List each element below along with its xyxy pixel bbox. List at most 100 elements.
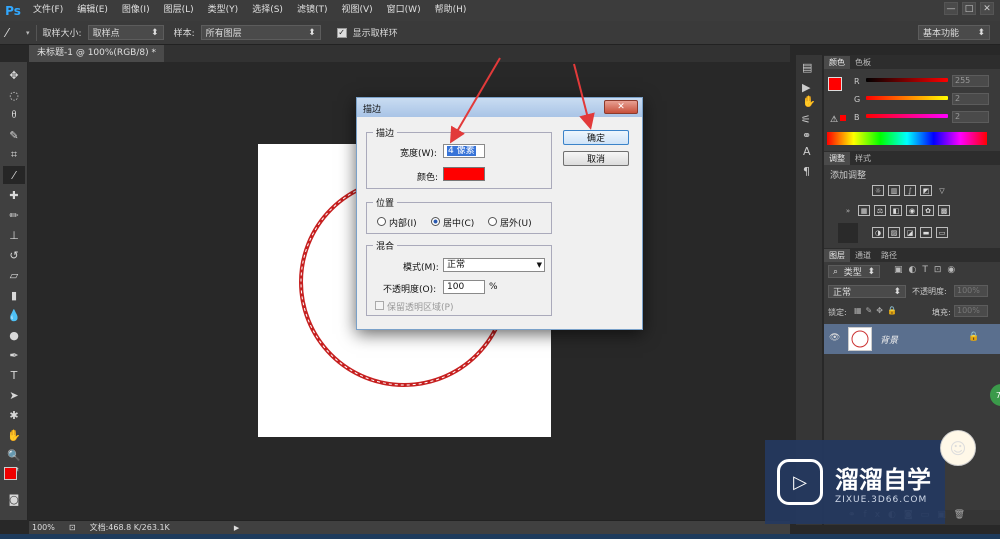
layer-row-background[interactable]: 👁 背景 🔒 — [824, 324, 1000, 354]
clone-source-icon[interactable]: ⚭ — [802, 129, 811, 142]
channel-g-slider[interactable] — [866, 96, 948, 100]
status-menu-arrow-icon[interactable]: ▶ — [234, 524, 239, 532]
paragraph-panel-icon[interactable]: ¶ — [803, 165, 810, 178]
menu-layer[interactable]: 图层(L) — [157, 0, 201, 21]
lock-icons[interactable]: ▦✎✥🔒 — [854, 306, 901, 315]
menu-help[interactable]: 帮助(H) — [428, 0, 474, 21]
visibility-eye-icon[interactable]: 👁 — [829, 333, 840, 343]
channel-b-input[interactable]: 2 — [952, 111, 989, 123]
color-spectrum[interactable] — [827, 132, 987, 145]
minimize-button[interactable]: — — [944, 2, 958, 15]
eyedropper-tool-icon[interactable]: ⁄ — [3, 166, 25, 184]
channel-mixer-icon[interactable]: ✿ — [922, 205, 934, 216]
tab-color[interactable]: 颜色 — [824, 56, 850, 69]
width-input[interactable]: 4 像素 — [443, 144, 485, 158]
crop-tool-icon[interactable]: ⌗ — [3, 146, 25, 164]
fill-input[interactable]: 100% — [954, 305, 988, 317]
tab-layers[interactable]: 图层 — [824, 249, 850, 262]
threshold-icon[interactable]: ◪ — [904, 227, 916, 238]
adjustments-panel-icon[interactable] — [838, 223, 858, 243]
workspace-select[interactable]: 基本功能 ⬍ — [918, 25, 990, 40]
photo-filter-icon[interactable]: ◉ — [906, 205, 918, 216]
brush-presets-icon[interactable]: ⚟ — [801, 113, 811, 126]
document-tab[interactable]: 未标题-1 @ 100%(RGB/8) * — [29, 45, 164, 62]
marquee-tool-icon[interactable]: ◌ — [3, 86, 25, 104]
menu-select[interactable]: 选择(S) — [245, 0, 290, 21]
close-button[interactable]: ✕ — [980, 2, 994, 15]
vibrance-icon[interactable]: ▽ — [936, 185, 948, 196]
floating-badge[interactable]: 78 — [990, 384, 1000, 406]
actions-panel-icon[interactable]: ▶ — [802, 81, 810, 94]
position-inside-radio[interactable] — [377, 217, 386, 226]
selective-color-icon[interactable]: ▭ — [936, 227, 948, 238]
character-panel-icon[interactable]: A — [803, 145, 811, 158]
gradient-tool-icon[interactable]: ▮ — [3, 286, 25, 304]
zoom-level[interactable]: 100% — [32, 523, 55, 532]
quick-select-tool-icon[interactable]: ✎ — [3, 126, 25, 144]
blur-tool-icon[interactable]: 💧 — [3, 306, 25, 324]
layer-opacity-input[interactable]: 100% — [954, 285, 988, 297]
lasso-tool-icon[interactable]: ᦲ — [3, 106, 25, 124]
menu-window[interactable]: 窗口(W) — [380, 0, 428, 21]
mode-select[interactable]: 正常 ▼ — [443, 258, 545, 272]
show-ring-checkbox[interactable]: ✓ — [336, 27, 347, 38]
channel-g-input[interactable]: 2 — [952, 93, 989, 105]
tab-channels[interactable]: 通道 — [850, 249, 876, 262]
foreground-color-swatch[interactable] — [4, 467, 17, 480]
black-white-icon[interactable]: ◧ — [890, 205, 902, 216]
levels-icon[interactable]: ▥ — [888, 185, 900, 196]
preserve-transparency-checkbox[interactable] — [375, 301, 384, 310]
menu-image[interactable]: 图像(I) — [115, 0, 157, 21]
opacity-input[interactable]: 100 — [443, 280, 485, 294]
position-center-radio[interactable] — [431, 217, 440, 226]
shape-tool-icon[interactable]: ✱ — [3, 406, 25, 424]
layer-blend-mode-select[interactable]: 正常 ⬍ — [828, 285, 906, 298]
stroke-color-swatch[interactable] — [443, 167, 485, 181]
tool-preset-chevron-icon[interactable]: ▾ — [26, 29, 30, 37]
tab-paths[interactable]: 路径 — [876, 249, 902, 262]
channel-r-slider[interactable] — [866, 78, 948, 82]
type-tool-icon[interactable]: T — [3, 366, 25, 384]
foreground-swatch[interactable] — [828, 77, 842, 91]
posterize-icon[interactable]: ▨ — [888, 227, 900, 238]
brush-panel-icon[interactable]: ✋ — [802, 95, 816, 108]
exposure-icon[interactable]: ◩ — [920, 185, 932, 196]
curves-icon[interactable]: ∫ — [904, 185, 916, 196]
hand-tool-icon[interactable]: ✋ — [3, 426, 25, 444]
healing-brush-tool-icon[interactable]: ✚ — [3, 186, 25, 204]
expand-icon[interactable]: » — [842, 205, 854, 216]
hue-saturation-icon[interactable]: ▦ — [858, 205, 870, 216]
position-center-label[interactable]: 居中(C) — [443, 216, 474, 229]
ok-button[interactable]: 确定 — [563, 130, 629, 145]
zoom-tool-icon[interactable]: 🔍 — [3, 446, 25, 464]
layer-kind-filter[interactable]: ⌕ 类型 ⬍ — [828, 265, 880, 278]
clone-stamp-tool-icon[interactable]: ⊥ — [3, 226, 25, 244]
pen-tool-icon[interactable]: ✒ — [3, 346, 25, 364]
move-tool-icon[interactable]: ✥ — [3, 66, 25, 84]
dodge-tool-icon[interactable]: ● — [3, 326, 25, 344]
menu-type[interactable]: 类型(Y) — [201, 0, 246, 21]
tab-styles[interactable]: 样式 — [850, 152, 876, 165]
position-inside-label[interactable]: 内部(I) — [389, 216, 417, 229]
balance-icon[interactable]: ⚖ — [874, 205, 886, 216]
path-select-tool-icon[interactable]: ➤ — [3, 386, 25, 404]
position-outside-label[interactable]: 居外(U) — [500, 216, 532, 229]
brush-tool-icon[interactable]: ✏ — [3, 206, 25, 224]
quick-mask-icon[interactable]: ◙ — [3, 490, 25, 508]
position-outside-radio[interactable] — [488, 217, 497, 226]
menu-file[interactable]: 文件(F) — [26, 0, 70, 21]
channel-r-input[interactable]: 255 — [952, 75, 989, 87]
maximize-button[interactable]: □ — [962, 2, 976, 15]
tab-adjustments[interactable]: 调整 — [824, 152, 850, 165]
brightness-icon[interactable]: ☼ — [872, 185, 884, 196]
sample-size-select[interactable]: 取样点 ⬍ — [87, 25, 164, 40]
dialog-close-button[interactable]: ✕ — [604, 100, 638, 114]
gradient-map-icon[interactable]: ▬ — [920, 227, 932, 238]
eyedropper-icon[interactable]: ⁄ — [6, 26, 20, 40]
menu-view[interactable]: 视图(V) — [334, 0, 379, 21]
layer-filter-icons[interactable]: ▣◐T⊡◉ — [894, 265, 961, 275]
invert-icon[interactable]: ◑ — [872, 227, 884, 238]
cancel-button[interactable]: 取消 — [563, 151, 629, 166]
menu-filter[interactable]: 滤镜(T) — [290, 0, 335, 21]
menu-edit[interactable]: 编辑(E) — [70, 0, 115, 21]
